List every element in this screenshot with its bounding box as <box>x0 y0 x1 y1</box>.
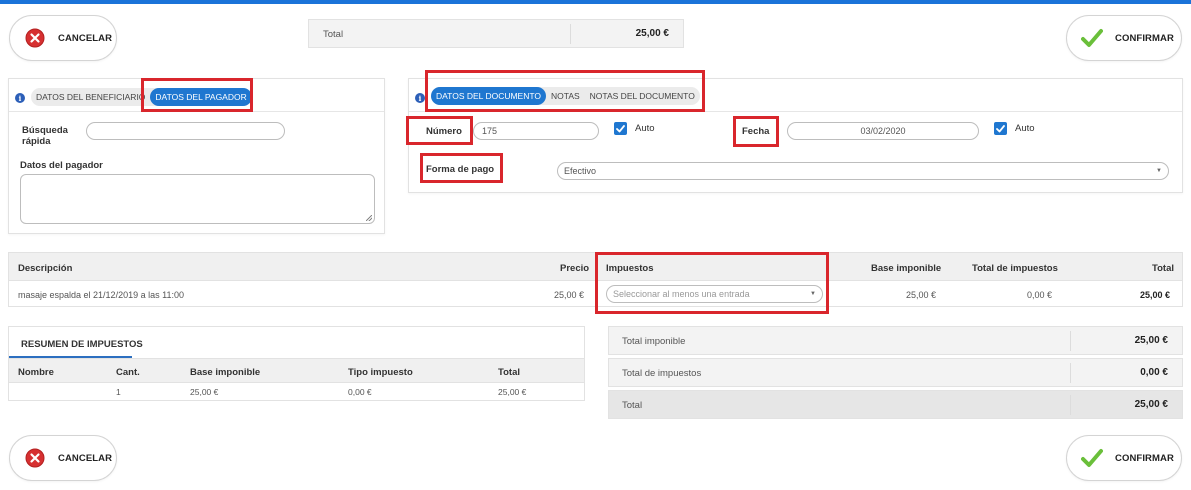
divider <box>1070 331 1071 351</box>
check-icon <box>996 124 1005 132</box>
tab-payer[interactable]: DATOS DEL PAGADOR <box>150 88 252 106</box>
chevron-down-icon: ▼ <box>810 291 816 297</box>
tab-notes[interactable]: NOTAS <box>546 87 585 105</box>
col-price: Precio <box>560 263 590 274</box>
tax-select[interactable]: Seleccionar al menos una entrada ▼ <box>606 285 823 303</box>
col-name: Nombre <box>18 367 54 378</box>
header-total-box: Total 25,00 € <box>308 19 684 48</box>
header-total-value: 25,00 € <box>635 28 669 39</box>
tax-select-placeholder: Seleccionar al menos una entrada <box>613 289 750 299</box>
check-icon <box>616 124 625 132</box>
date-auto-label: Auto <box>1015 123 1035 134</box>
grand-total-label: Total <box>622 400 643 411</box>
col-tax-type: Tipo impuesto <box>348 367 413 378</box>
summary-base: 25,00 € <box>190 387 219 397</box>
tax-summary-header: Nombre Cant. Base imponible Tipo impuest… <box>9 358 584 383</box>
col-taxable-base: Base imponible <box>190 367 261 378</box>
info-icon[interactable]: i <box>415 93 425 103</box>
cancel-button-top[interactable]: CANCELAR <box>9 15 117 61</box>
summary-qty: 1 <box>116 387 121 397</box>
confirm-button-top[interactable]: CONFIRMAR <box>1066 15 1182 61</box>
items-table: Descripción Precio Impuestos Base imponi… <box>8 252 1183 307</box>
payer-data-textarea[interactable] <box>20 174 375 224</box>
quick-search-label: Búsqueda rápida <box>22 125 68 147</box>
chevron-down-icon: ▼ <box>1156 168 1162 174</box>
payer-tabs: DATOS DEL BENEFICIARIO DATOS DEL PAGADOR <box>31 88 252 106</box>
check-icon <box>1081 27 1103 49</box>
tab-beneficiary[interactable]: DATOS DEL BENEFICIARIO <box>31 88 150 106</box>
resize-handle-icon[interactable] <box>366 215 372 221</box>
taxable-total-value: 25,00 € <box>1134 335 1168 346</box>
document-tabs-row: i DATOS DEL DOCUMENTO NOTAS NOTAS DEL DO… <box>409 79 1182 112</box>
divider <box>1070 363 1071 383</box>
cancel-label: CANCELAR <box>58 32 113 44</box>
col-total: Total <box>1152 263 1174 274</box>
items-table-header: Descripción Precio Impuestos Base imponi… <box>9 253 1182 281</box>
summary-tax-type: 0,00 € <box>348 387 372 397</box>
tab-document-notes[interactable]: NOTAS DEL DOCUMENTO <box>585 87 700 105</box>
col-description: Descripción <box>18 263 73 274</box>
cancel-icon <box>24 27 46 49</box>
divider <box>1070 395 1071 415</box>
number-input[interactable]: 175 <box>473 122 599 140</box>
number-auto-label: Auto <box>635 123 655 134</box>
grand-total-row: Total 25,00 € <box>608 390 1183 419</box>
item-price: 25,00 € <box>554 290 585 300</box>
confirm-label: CONFIRMAR <box>1115 452 1174 464</box>
check-icon <box>1081 447 1103 469</box>
confirm-label: CONFIRMAR <box>1115 32 1174 44</box>
grand-total-value: 25,00 € <box>1134 399 1168 410</box>
number-label: Número <box>426 126 462 137</box>
document-panel: i DATOS DEL DOCUMENTO NOTAS NOTAS DEL DO… <box>408 78 1183 193</box>
col-tax-total: Total de impuestos <box>972 263 1058 274</box>
header-total-label: Total <box>323 29 344 40</box>
date-input[interactable]: 03/02/2020 <box>787 122 979 140</box>
col-total: Total <box>498 367 520 378</box>
taxable-total-label: Total imponible <box>622 336 686 347</box>
tax-total-value: 0,00 € <box>1140 367 1168 378</box>
cancel-label: CANCELAR <box>58 452 113 464</box>
cancel-button-bottom[interactable]: CANCELAR <box>9 435 117 481</box>
divider <box>570 24 571 44</box>
summary-total: 25,00 € <box>498 387 527 397</box>
payer-tabs-row: i DATOS DEL BENEFICIARIO DATOS DEL PAGAD… <box>9 79 384 112</box>
tax-summary-panel: RESUMEN DE IMPUESTOS Nombre Cant. Base i… <box>8 326 585 401</box>
col-qty: Cant. <box>116 367 140 378</box>
taxable-total-row: Total imponible 25,00 € <box>608 326 1183 355</box>
tax-total-label: Total de impuestos <box>622 368 702 379</box>
item-taxable-base: 25,00 € <box>906 290 937 300</box>
quick-search-input[interactable] <box>86 122 285 140</box>
payment-method-label: Forma de pago <box>426 164 495 175</box>
number-auto-checkbox[interactable] <box>614 122 627 135</box>
date-auto-checkbox[interactable] <box>994 122 1007 135</box>
top-accent-bar <box>0 0 1191 4</box>
payment-method-select[interactable]: Efectivo ▼ <box>557 162 1169 180</box>
tax-total-row: Total de impuestos 0,00 € <box>608 358 1183 387</box>
payer-data-label: Datos del pagador <box>20 160 103 171</box>
confirm-button-bottom[interactable]: CONFIRMAR <box>1066 435 1182 481</box>
payer-panel: i DATOS DEL BENEFICIARIO DATOS DEL PAGAD… <box>8 78 385 234</box>
document-tabs: DATOS DEL DOCUMENTO NOTAS NOTAS DEL DOCU… <box>431 87 700 105</box>
item-tax-total: 0,00 € <box>1027 290 1053 300</box>
date-label: Fecha <box>742 126 770 137</box>
info-icon[interactable]: i <box>15 93 25 103</box>
item-total: 25,00 € <box>1140 290 1171 300</box>
item-description: masaje espalda el 21/12/2019 a las 11:00 <box>18 290 184 300</box>
payment-method-value: Efectivo <box>564 166 597 176</box>
cancel-icon <box>24 447 46 469</box>
col-taxes: Impuestos <box>606 263 654 274</box>
tax-summary-title: RESUMEN DE IMPUESTOS <box>21 339 143 350</box>
col-taxable-base: Base imponible <box>871 263 942 274</box>
tab-document-data[interactable]: DATOS DEL DOCUMENTO <box>431 87 547 105</box>
